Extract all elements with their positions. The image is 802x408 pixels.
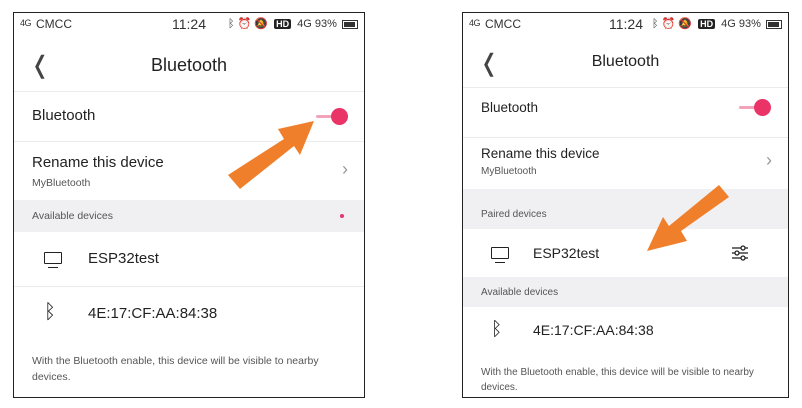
- visibility-note: With the Bluetooth enable, this device w…: [481, 367, 754, 393]
- status-bar: 4G CMCC 11:24 ᛒ ⏰ 🔕 HD 4G 93%: [463, 13, 788, 35]
- monitor-icon: [491, 247, 509, 263]
- device-name: ESP32test: [88, 250, 159, 267]
- available-devices-header: Available devices: [463, 277, 788, 307]
- scanning-indicator: [340, 214, 344, 218]
- device-name: ESP32test: [533, 245, 600, 261]
- network-type: 4G: [297, 18, 312, 30]
- clock: 11:24: [172, 16, 206, 32]
- paired-devices-label: Paired devices: [481, 209, 547, 220]
- battery-percent: 93%: [738, 18, 761, 30]
- right-phone-screen: 4G CMCC 11:24 ᛒ ⏰ 🔕 HD 4G 93% ❬ Bluetoot…: [462, 12, 789, 398]
- bluetooth-icon: ᛒ: [44, 301, 56, 323]
- annotation-arrow: [647, 185, 729, 251]
- bluetooth-icon: ᛒ: [491, 319, 503, 340]
- hd-badge: HD: [274, 19, 292, 29]
- chevron-right-icon: ›: [342, 159, 348, 179]
- available-devices-label: Available devices: [481, 287, 559, 298]
- alarm-icon: ⏰: [237, 18, 252, 30]
- signal-icon: 4G: [20, 18, 32, 28]
- carrier-label: CMCC: [36, 17, 72, 31]
- visibility-note: With the Bluetooth enable, this device w…: [32, 355, 319, 383]
- bluetooth-status-icon: ᛒ: [651, 18, 659, 30]
- rename-label: Rename this device: [481, 146, 600, 161]
- left-phone-screen: 4G CMCC 11:24 ᛒ ⏰ 🔕 HD 4G 93% ❬ Bluetoot…: [13, 12, 365, 398]
- status-icons: ᛒ ⏰ 🔕 HD 4G 93%: [652, 17, 782, 30]
- clock: 11:24: [609, 16, 643, 32]
- bluetooth-toggle-row[interactable]: Bluetooth: [463, 87, 788, 128]
- carrier-label: CMCC: [485, 17, 521, 31]
- bluetooth-toggle[interactable]: [739, 99, 771, 116]
- network-type: 4G: [721, 18, 736, 30]
- annotation-arrow: [228, 121, 314, 189]
- silent-icon: 🔕: [678, 18, 693, 30]
- device-row[interactable]: ᛒ 4E:17:CF:AA:84:38: [14, 286, 364, 341]
- available-devices-header: Available devices: [14, 200, 364, 232]
- device-name: 4E:17:CF:AA:84:38: [533, 322, 654, 338]
- silent-icon: 🔕: [254, 18, 269, 30]
- rename-label: Rename this device: [32, 154, 164, 171]
- status-bar: 4G CMCC 11:24 ᛒ ⏰ 🔕 HD 4G 93%: [14, 13, 364, 35]
- battery-icon: [766, 19, 782, 29]
- alarm-icon: ⏰: [661, 18, 676, 30]
- hd-badge: HD: [698, 19, 716, 29]
- page-title: Bluetooth: [591, 53, 660, 70]
- device-row[interactable]: ESP32test: [14, 232, 364, 286]
- chevron-right-icon: ›: [766, 150, 772, 170]
- bluetooth-status-icon: ᛒ: [227, 18, 235, 30]
- device-row[interactable]: ᛒ 4E:17:CF:AA:84:38: [463, 307, 788, 353]
- battery-percent: 93%: [314, 18, 337, 30]
- bluetooth-label: Bluetooth: [481, 100, 539, 115]
- app-header: ❬ Bluetooth: [463, 49, 788, 89]
- status-icons: ᛒ ⏰ 🔕 HD 4G 93%: [228, 17, 358, 30]
- device-name-value: MyBluetooth: [481, 166, 537, 177]
- device-name-value: MyBluetooth: [32, 177, 91, 189]
- bluetooth-label: Bluetooth: [32, 107, 96, 124]
- toggle-knob: [754, 99, 771, 116]
- monitor-icon: [44, 252, 62, 268]
- page-title: Bluetooth: [150, 55, 228, 75]
- signal-icon: 4G: [469, 18, 481, 28]
- device-name: 4E:17:CF:AA:84:38: [88, 305, 218, 322]
- available-devices-label: Available devices: [32, 210, 113, 222]
- battery-icon: [342, 19, 358, 29]
- app-header: ❬ Bluetooth: [14, 49, 364, 89]
